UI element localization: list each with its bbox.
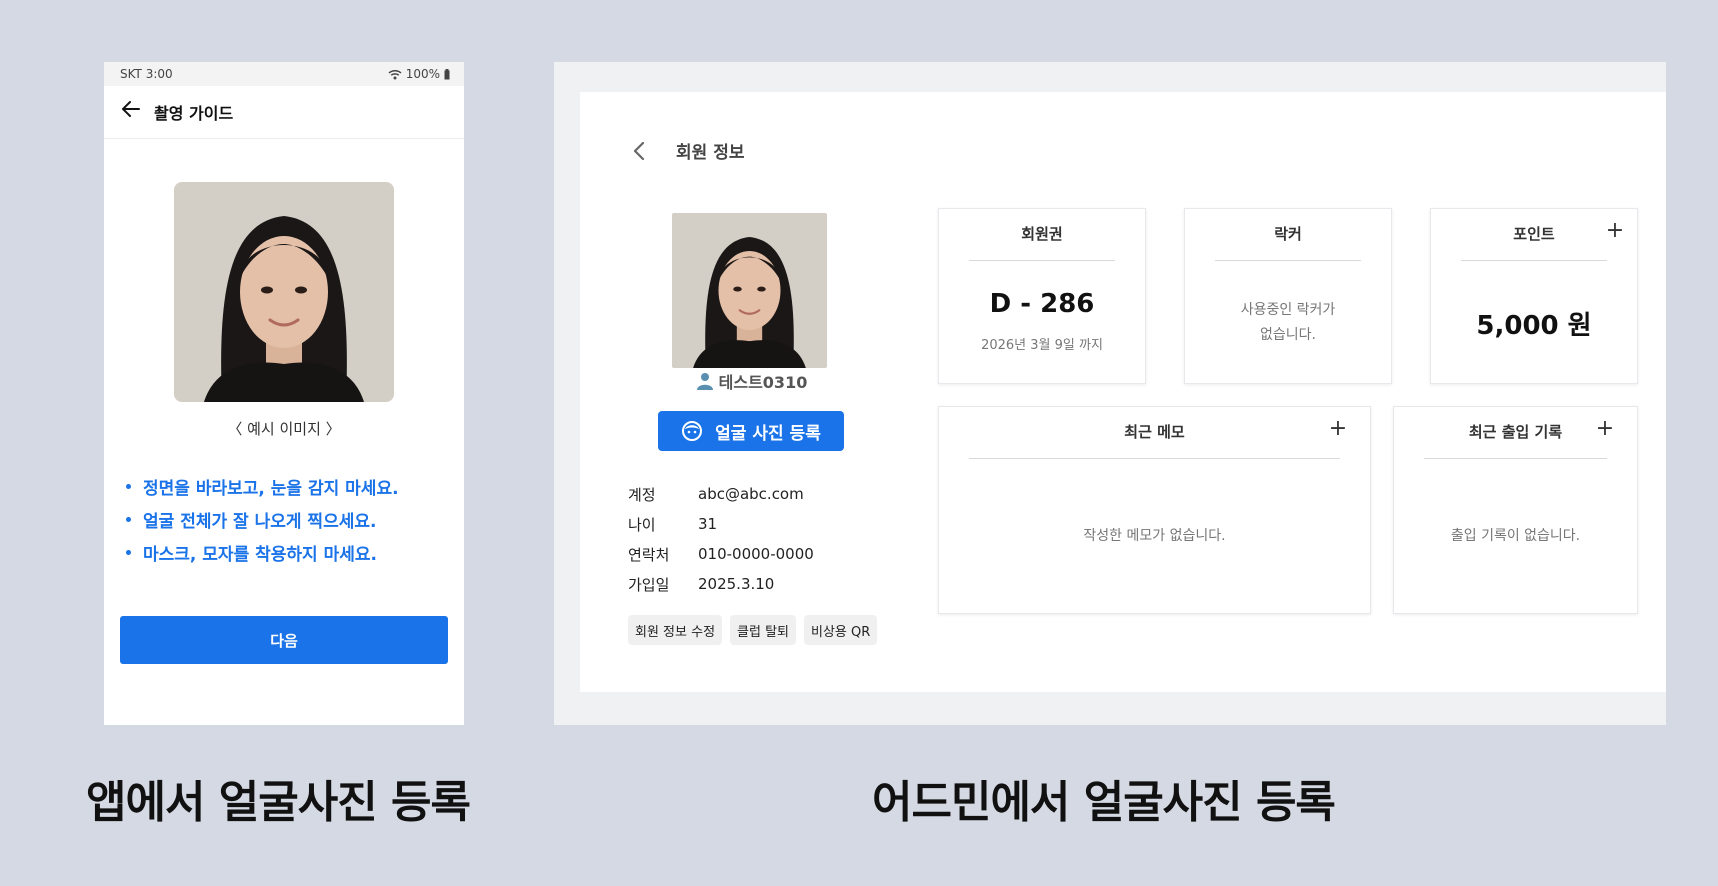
guide-item: 마스크, 모자를 착용하지 마세요.	[126, 536, 456, 569]
locker-card-title: 락커	[1274, 225, 1302, 243]
locker-empty-line2: 없습니다.	[1260, 327, 1316, 343]
user-icon	[696, 373, 713, 390]
member-action-chips: 회원 정보 수정 클럽 탈퇴 비상용 QR	[628, 615, 878, 645]
member-name-row: 테스트0310	[672, 370, 832, 392]
edit-member-button[interactable]: 회원 정보 수정	[628, 615, 723, 645]
guide-item: 정면을 바라보고, 눈을 감지 마세요.	[126, 470, 456, 503]
face-icon	[682, 421, 703, 441]
card-divider	[969, 260, 1115, 261]
appbar-divider	[104, 138, 464, 139]
register-face-photo-label: 얼굴 사진 등록	[715, 423, 821, 444]
mobile-app-screen: SKT 3:00 100% 촬영 가이드 〈 예시 이미지 〉 정면을 바라보고…	[104, 62, 464, 725]
register-face-photo-button[interactable]: 얼굴 사진 등록	[658, 411, 844, 451]
leave-club-button[interactable]: 클럽 탈퇴	[730, 615, 797, 645]
status-carrier-time: SKT 3:00	[120, 67, 173, 81]
card-divider	[969, 458, 1340, 459]
battery-icon	[444, 68, 450, 79]
member-face-photo	[672, 213, 827, 368]
info-row-contact: 연락처 010-0000-0000	[628, 545, 814, 564]
card-divider	[1424, 458, 1607, 459]
membership-expiry: 2026년 3월 9일 까지	[981, 338, 1103, 353]
info-row-age: 나이 31	[628, 515, 718, 534]
member-name: 테스트0310	[718, 373, 808, 392]
caption-admin-registration: 어드민에서 얼굴사진 등록	[872, 777, 1336, 828]
recent-memo-card: 최근 메모 + 작성한 메모가 없습니다.	[938, 406, 1371, 614]
points-card: 포인트 + 5,000 원	[1430, 208, 1638, 384]
guide-item: 얼굴 전체가 잘 나오게 찍으세요.	[126, 503, 456, 536]
locker-empty-line1: 사용중인 락커가	[1240, 302, 1336, 318]
back-arrow-icon[interactable]	[120, 98, 142, 120]
example-face-photo	[174, 182, 394, 402]
membership-card: 회원권 D - 286 2026년 3월 9일 까지	[938, 208, 1146, 384]
info-row-account: 계정 abc@abc.com	[628, 485, 804, 504]
wifi-icon	[388, 69, 402, 79]
photo-caption: 〈 예시 이미지 〉	[227, 420, 341, 438]
next-button[interactable]: 다음	[120, 616, 448, 664]
emergency-qr-button[interactable]: 비상용 QR	[804, 615, 878, 645]
add-memo-plus-icon[interactable]: +	[1328, 417, 1348, 441]
add-access-plus-icon[interactable]: +	[1595, 417, 1615, 441]
member-info-table: 계정 abc@abc.com 나이 31 연락처 010-0000-0000 가…	[628, 479, 858, 599]
caption-app-registration: 앱에서 얼굴사진 등록	[86, 777, 471, 828]
card-divider	[1215, 260, 1361, 261]
recent-memo-title: 최근 메모	[1124, 423, 1185, 441]
admin-page-title: 회원 정보	[676, 143, 745, 163]
membership-card-title: 회원권	[1021, 225, 1063, 243]
info-row-joined: 가입일 2025.3.10	[628, 575, 775, 594]
card-divider	[1461, 260, 1607, 261]
status-bar: SKT 3:00 100%	[104, 62, 464, 86]
battery-percent: 100%	[405, 67, 440, 81]
chevron-left-icon[interactable]	[630, 140, 648, 162]
membership-remaining: D - 286	[989, 289, 1095, 319]
page-title: 촬영 가이드	[154, 104, 234, 123]
add-points-plus-icon[interactable]: +	[1605, 219, 1625, 243]
locker-card: 락커 사용중인 락커가 없습니다.	[1184, 208, 1392, 384]
status-indicators: 100%	[388, 67, 450, 81]
access-empty-text: 출입 기록이 없습니다.	[1450, 528, 1581, 544]
guide-list: 정면을 바라보고, 눈을 감지 마세요. 얼굴 전체가 잘 나오게 찍으세요. …	[126, 470, 456, 569]
points-value: 5,000 원	[1476, 311, 1592, 341]
recent-access-card: 최근 출입 기록 + 출입 기록이 없습니다.	[1393, 406, 1638, 614]
memo-empty-text: 작성한 메모가 없습니다.	[1083, 528, 1226, 544]
